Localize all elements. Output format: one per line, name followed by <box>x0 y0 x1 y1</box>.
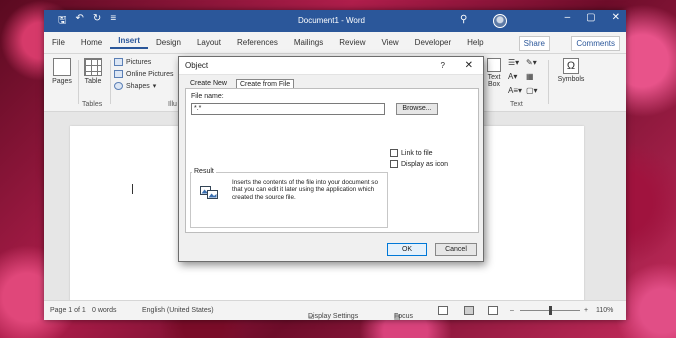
zoom-slider-thumb[interactable] <box>549 306 552 315</box>
display-settings-label: Display Settings <box>308 313 359 320</box>
share-button[interactable]: Share <box>518 36 550 51</box>
word-count[interactable]: 0 words <box>92 307 117 314</box>
result-icon <box>200 186 218 199</box>
help-icon[interactable]: ? <box>441 61 445 70</box>
pages-label: Pages <box>52 78 72 85</box>
table-label: Table <box>84 78 102 85</box>
file-name-label: File name: <box>191 93 224 100</box>
page-count[interactable]: Page 1 of 1 <box>50 307 86 314</box>
drop-cap-icon[interactable]: A≡▾ <box>508 86 522 95</box>
quick-access-toolbar: 🖫 ↶ ↻ ≡ <box>44 13 116 30</box>
ribbon-tabs: File Home Insert Design Layout Reference… <box>44 32 626 54</box>
print-layout-icon[interactable] <box>464 306 474 315</box>
online-pictures-label: Online Pictures <box>126 70 174 78</box>
close-window-icon[interactable]: ✕ <box>612 12 620 23</box>
object-icon[interactable]: ▢▾ <box>526 86 538 95</box>
close-icon[interactable]: ✕ <box>465 60 473 71</box>
focus-label: Focus <box>394 313 414 320</box>
web-layout-icon[interactable] <box>488 306 498 315</box>
online-picture-icon <box>114 70 123 78</box>
tab-mailings[interactable]: Mailings <box>286 38 331 47</box>
customize-icon[interactable]: ≡ <box>110 13 116 30</box>
tables-group-label: Tables <box>82 101 103 108</box>
display-as-icon-label: Display as icon <box>401 160 449 168</box>
pictures-label: Pictures <box>126 58 152 66</box>
divider <box>110 60 111 104</box>
maximize-icon[interactable]: ▢ <box>586 12 595 23</box>
title-bar: 🖫 ↶ ↻ ≡ Document1 - Word ⚲ – ▢ ✕ <box>44 10 626 32</box>
read-mode-icon[interactable] <box>438 306 448 315</box>
pages-button[interactable]: Pages <box>50 58 74 85</box>
signature-line-icon[interactable]: ✎▾ <box>526 58 537 67</box>
text-group-label: Text <box>510 101 523 108</box>
minimize-icon[interactable]: – <box>565 12 571 23</box>
chevron-down-icon: ▾ <box>152 83 157 90</box>
checkbox-icon <box>390 149 398 157</box>
text-box-icon <box>487 58 501 72</box>
tab-developer[interactable]: Developer <box>407 38 459 47</box>
window-controls: – ▢ ✕ <box>565 12 620 23</box>
text-box-button[interactable]: Text Box <box>484 58 504 88</box>
dialog-title: Object <box>185 61 209 70</box>
omega-icon: Ω <box>563 58 579 74</box>
avatar[interactable] <box>493 14 507 28</box>
picture-icon <box>114 58 123 66</box>
date-time-icon[interactable]: ▦ <box>526 72 534 81</box>
zoom-out-button[interactable]: – <box>510 307 514 314</box>
tab-layout[interactable]: Layout <box>189 38 229 47</box>
object-dialog: Object ? ✕ Create New Create from File F… <box>178 56 484 262</box>
link-to-file-checkbox[interactable]: Link to file <box>390 149 433 157</box>
document-title: Document1 - Word <box>298 16 365 25</box>
table-icon <box>84 58 102 76</box>
redo-icon[interactable]: ↻ <box>93 13 101 30</box>
browse-button[interactable]: Browse... <box>396 103 438 115</box>
text-box-label: Text Box <box>487 74 501 88</box>
pages-icon <box>53 58 71 76</box>
checkbox-icon <box>390 160 398 168</box>
online-pictures-button[interactable]: Online Pictures <box>114 70 173 78</box>
illustrations-group-label: Illu <box>168 101 177 108</box>
tab-help[interactable]: Help <box>459 38 491 47</box>
create-from-file-panel: File name: *.* Browse... Link to file Di… <box>185 88 479 233</box>
wordart-icon[interactable]: A▾ <box>508 72 517 81</box>
save-icon[interactable]: 🖫 <box>58 13 67 30</box>
tab-file[interactable]: File <box>44 38 73 47</box>
tab-design[interactable]: Design <box>148 38 189 47</box>
tab-review[interactable]: Review <box>331 38 373 47</box>
tab-view[interactable]: View <box>373 38 406 47</box>
table-button[interactable]: Table <box>82 58 104 85</box>
tab-home[interactable]: Home <box>73 38 110 47</box>
shapes-label: Shapes <box>126 82 150 90</box>
status-bar: Page 1 of 1 0 words English (United Stat… <box>44 300 626 320</box>
symbols-button[interactable]: Ω Symbols <box>556 58 586 83</box>
zoom-level[interactable]: 110% <box>596 307 613 314</box>
quick-parts-icon[interactable]: ☰▾ <box>508 58 519 67</box>
dialog-title-bar: Object ? ✕ <box>179 57 483 75</box>
cancel-button[interactable]: Cancel <box>435 243 477 256</box>
pictures-button[interactable]: Pictures <box>114 58 151 66</box>
shapes-icon <box>114 82 123 90</box>
tab-references[interactable]: References <box>229 38 286 47</box>
display-as-icon-checkbox[interactable]: Display as icon <box>390 160 448 168</box>
comments-button[interactable]: Comments <box>571 36 620 51</box>
file-name-input[interactable]: *.* <box>191 103 385 115</box>
search-icon[interactable]: ⚲ <box>460 14 467 25</box>
result-label: Result <box>192 168 216 175</box>
undo-icon[interactable]: ↶ <box>76 13 84 30</box>
link-to-file-label: Link to file <box>401 149 433 157</box>
divider <box>78 60 79 104</box>
result-description: Inserts the contents of the file into yo… <box>232 179 378 201</box>
zoom-in-button[interactable]: + <box>584 307 588 314</box>
divider <box>548 60 549 104</box>
text-cursor <box>132 184 133 194</box>
ok-button[interactable]: OK <box>387 243 427 256</box>
shapes-button[interactable]: Shapes ▾ <box>114 82 156 90</box>
symbols-label: Symbols <box>557 76 585 83</box>
tab-insert[interactable]: Insert <box>110 36 149 49</box>
language[interactable]: English (United States) <box>142 307 214 314</box>
